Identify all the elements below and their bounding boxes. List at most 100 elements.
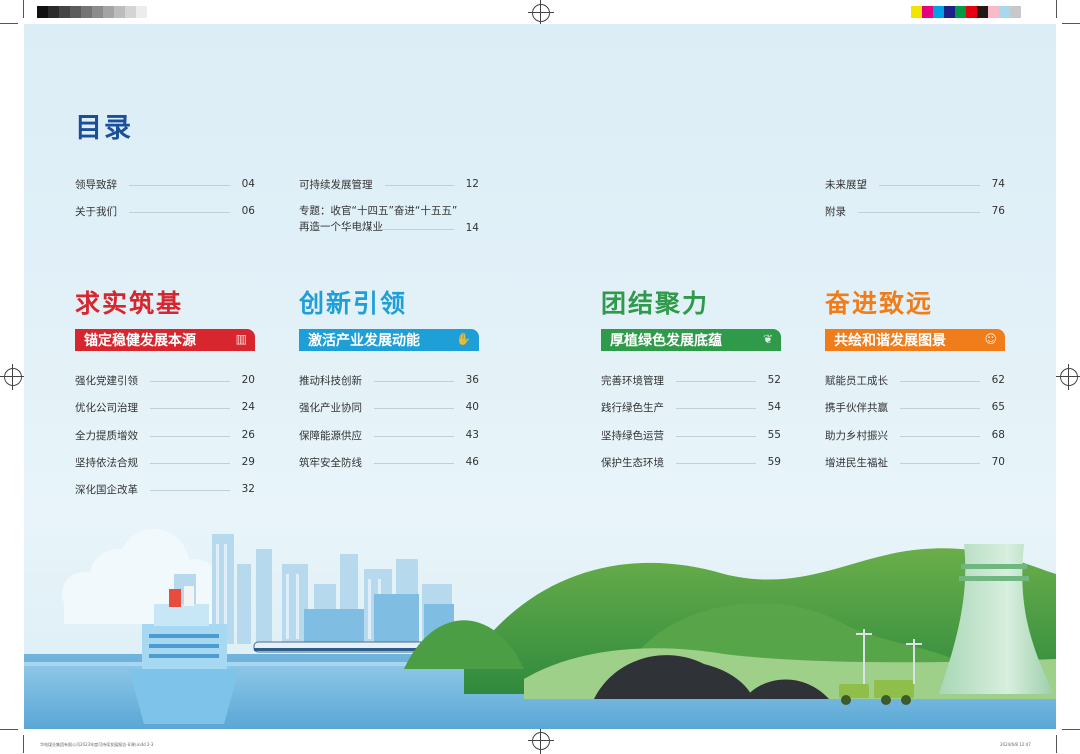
toc-row-label: 深化国企改革 xyxy=(75,483,138,496)
hand-icon: ✋ xyxy=(456,332,471,346)
registration-mark-right xyxy=(1056,364,1080,390)
toc-row-page: 40 xyxy=(465,401,479,413)
toc-row-page: 59 xyxy=(767,456,781,468)
color-swatch xyxy=(955,6,966,18)
toc-row[interactable]: 领导致辞 04 xyxy=(75,177,255,191)
leader-line xyxy=(150,489,230,491)
leader-line xyxy=(676,435,756,437)
color-swatch xyxy=(125,6,136,18)
toc-row-page: 46 xyxy=(465,456,479,468)
report-spread-page: 目录 领导致辞 04 关于我们 06 可持续发展管理 12 专题：收官“十四五”奋进“… xyxy=(24,24,1056,729)
toc-row[interactable]: 强化党建引领 20 xyxy=(75,373,255,387)
chapter-subtitle-2: 激活产业发展动能 xyxy=(308,333,420,349)
toc-title: 目录 xyxy=(75,113,133,144)
leader-line xyxy=(879,184,980,186)
toc-row-page: 26 xyxy=(241,429,255,441)
toc-row-label-line1: 专题：收官“十四五”奋进“十五五” xyxy=(299,205,458,217)
chapter-subtitle-banner-1: 锚定稳健发展本源 ▥ xyxy=(75,329,255,351)
toc-row-page: 68 xyxy=(991,429,1005,441)
leader-line xyxy=(374,435,454,437)
toc-row[interactable]: 筑牢安全防线 46 xyxy=(299,455,479,469)
toc-row-label: 助力乡村振兴 xyxy=(825,429,888,442)
toc-row-page: 65 xyxy=(991,401,1005,413)
leader-line xyxy=(858,211,980,213)
leader-line xyxy=(379,228,454,230)
toc-row-label: 携手伙伴共赢 xyxy=(825,401,888,414)
crop-mark xyxy=(1062,729,1080,730)
registration-mark-left xyxy=(0,364,26,390)
chapter-subtitle-4: 共绘和谐发展图景 xyxy=(834,333,946,349)
toc-row-page: 32 xyxy=(241,483,255,495)
toc-row-label: 未来展望 xyxy=(825,178,867,191)
toc-row[interactable]: 保护生态环境 59 xyxy=(601,455,781,469)
toc-row-label: 领导致辞 xyxy=(75,178,117,191)
leader-line xyxy=(129,184,230,186)
color-swatch xyxy=(966,6,977,18)
toc-row[interactable]: 可持续发展管理 12 xyxy=(299,177,479,191)
landscape-illustration xyxy=(24,529,1056,729)
toc-row-label: 强化党建引领 xyxy=(75,374,138,387)
toc-row[interactable]: 赋能员工成长 62 xyxy=(825,373,1005,387)
leader-line xyxy=(150,380,230,382)
toc-row[interactable]: 优化公司治理 24 xyxy=(75,400,255,414)
leader-line xyxy=(676,380,756,382)
leader-line xyxy=(384,184,454,186)
toc-row-page: 36 xyxy=(465,374,479,386)
leader-line xyxy=(900,407,980,409)
color-swatch xyxy=(103,6,114,18)
toc-row-label: 强化产业协同 xyxy=(299,401,362,414)
toc-row[interactable]: 推动科技创新 36 xyxy=(299,373,479,387)
crop-mark xyxy=(1056,0,1057,18)
toc-row-page: 74 xyxy=(991,178,1005,190)
crop-mark xyxy=(1062,23,1080,24)
registration-mark-top xyxy=(528,0,554,26)
color-swatch xyxy=(92,6,103,18)
toc-row-label: 坚持绿色运营 xyxy=(601,429,664,442)
chapter-title-4: 奋进致远 xyxy=(825,289,934,318)
crop-mark xyxy=(0,729,18,730)
chapter-subtitle-1: 锚定稳健发展本源 xyxy=(84,333,196,349)
color-swatch xyxy=(59,6,70,18)
chapter-title-3: 团结聚力 xyxy=(601,289,710,318)
toc-row[interactable]: 关于我们 06 xyxy=(75,204,255,218)
toc-row-label: 赋能员工成长 xyxy=(825,374,888,387)
crop-mark xyxy=(23,0,24,18)
color-swatch xyxy=(911,6,922,18)
leader-line xyxy=(150,435,230,437)
toc-row[interactable]: 全力提质增效 26 xyxy=(75,428,255,442)
toc-row-label: 全力提质增效 xyxy=(75,429,138,442)
color-swatch xyxy=(70,6,81,18)
toc-row[interactable]: 坚持依法合规 29 xyxy=(75,455,255,469)
toc-row[interactable]: 助力乡村振兴 68 xyxy=(825,428,1005,442)
toc-row[interactable]: 14 xyxy=(379,221,479,235)
slug-file-name: 华电煤业集团有限公司2023年度可持续发展报告-印刷.indd 2-3 xyxy=(40,742,154,747)
leader-line xyxy=(676,407,756,409)
toc-row[interactable]: 未来展望 74 xyxy=(825,177,1005,191)
toc-row[interactable]: 践行绿色生产 54 xyxy=(601,400,781,414)
toc-row[interactable]: 保障能源供应 43 xyxy=(299,428,479,442)
toc-row[interactable]: 附录 76 xyxy=(825,204,1005,218)
toc-row-page: 24 xyxy=(241,401,255,413)
toc-row[interactable]: 增进民生福祉 70 xyxy=(825,455,1005,469)
leader-line xyxy=(150,462,230,464)
toc-row-page: 70 xyxy=(991,456,1005,468)
color-swatch xyxy=(1010,6,1021,18)
toc-row-label: 保护生态环境 xyxy=(601,456,664,469)
chapter-subtitle-3: 厚植绿色发展底蕴 xyxy=(610,333,722,349)
toc-row-page: 29 xyxy=(241,456,255,468)
toc-row-label: 筑牢安全防线 xyxy=(299,456,362,469)
toc-row-label: 增进民生福祉 xyxy=(825,456,888,469)
leader-line xyxy=(900,435,980,437)
toc-row[interactable]: 携手伙伴共赢 65 xyxy=(825,400,1005,414)
toc-row[interactable]: 完善环境管理 52 xyxy=(601,373,781,387)
toc-row-page: 06 xyxy=(241,205,255,217)
color-swatch xyxy=(37,6,48,18)
toc-row[interactable]: 强化产业协同 40 xyxy=(299,400,479,414)
chapter-subtitle-banner-3: 厚植绿色发展底蕴 ❦ xyxy=(601,329,781,351)
crop-mark xyxy=(0,23,18,24)
crop-mark xyxy=(23,735,24,753)
toc-row[interactable]: 深化国企改革 32 xyxy=(75,482,255,496)
toc-row[interactable]: 坚持绿色运营 55 xyxy=(601,428,781,442)
leader-line xyxy=(150,407,230,409)
toc-row-page: 04 xyxy=(241,178,255,190)
